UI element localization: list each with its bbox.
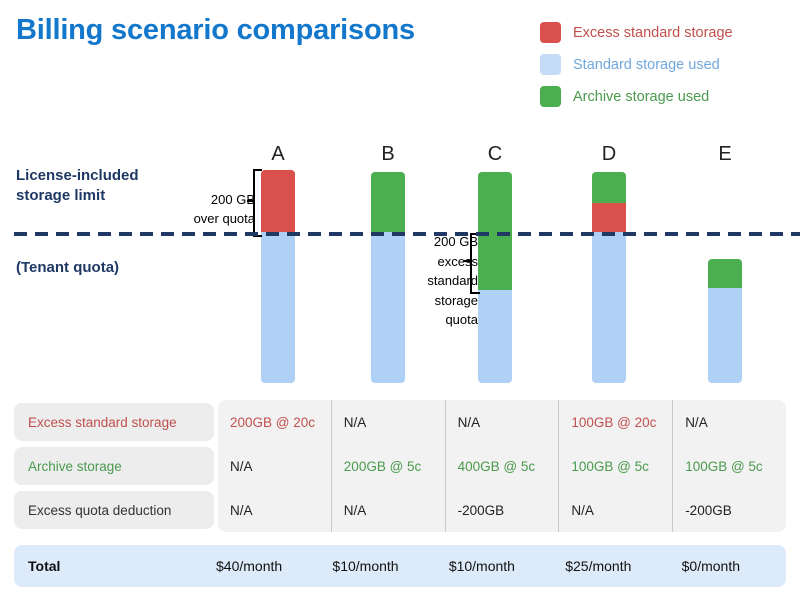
total-value-b: $10/month <box>332 558 399 574</box>
cell-excess-quota-deduction-d: N/A <box>558 488 672 532</box>
cell-excess-standard-storage-e: N/A <box>672 400 786 444</box>
excess-quota-line-5: quota <box>445 312 478 327</box>
total-values: $40/month $10/month $10/month $25/month … <box>204 558 786 574</box>
bar-label-c: C <box>487 143 503 165</box>
total-label: Total <box>28 558 61 574</box>
tenant-quota-dashed-line <box>14 232 800 236</box>
bar-label-d: D <box>601 143 617 165</box>
excess-quota-bracket-tick <box>464 260 471 263</box>
license-included-storage-limit-label: License-included storage limit <box>16 166 139 207</box>
over-quota-bracket <box>253 169 262 237</box>
tenant-quota-label: (Tenant quota) <box>16 259 120 276</box>
cell-excess-quota-deduction-a: N/A <box>230 502 253 518</box>
row-label-excess-standard-storage: Excess standard storage <box>14 403 214 441</box>
over-quota-line-1: 200 GB <box>210 192 255 207</box>
bar-label-a: A <box>271 143 285 165</box>
excess-quota-bracket <box>470 233 480 294</box>
bar-c-segment-standard-storage-used <box>478 290 512 383</box>
row-label-excess-quota-deduction: Excess quota deduction <box>14 491 214 529</box>
bar-b-segment-archive-storage-used <box>371 172 405 232</box>
over-quota-annotation: 200 GB over quota <box>150 191 255 229</box>
total-row: Total $40/month $10/month $10/month $25/… <box>14 545 786 587</box>
table-row: Excess standard storage 200GB @ 20c N/A … <box>14 400 786 444</box>
bar-label-b: B <box>381 143 395 165</box>
license-limit-line-2: storage limit <box>16 187 106 205</box>
bar-d-segment-excess-standard-storage <box>592 203 626 232</box>
bar-d-segment-standard-storage-used <box>592 232 626 383</box>
bar-d-segment-archive-storage-used <box>592 172 626 203</box>
total-value-c: $10/month <box>448 558 515 574</box>
row-data-excess-standard-storage: 200GB @ 20c N/A N/A 100GB @ 20c N/A <box>218 400 786 444</box>
over-quota-bracket-tick <box>247 200 254 203</box>
over-quota-line-2: over quota <box>193 210 255 226</box>
excess-quota-line-3: standard <box>427 273 478 288</box>
row-data-archive-storage: N/A 200GB @ 5c 400GB @ 5c 100GB @ 5c 100… <box>218 444 786 488</box>
stacked-bar-chart: A B C D E License-included storage limit… <box>0 0 800 400</box>
billing-comparison-table: Excess standard storage 200GB @ 20c N/A … <box>14 400 786 532</box>
bar-e-segment-standard-storage-used <box>708 288 742 383</box>
bar-e-segment-archive-storage-used <box>708 259 742 288</box>
cell-excess-quota-deduction-b: N/A <box>330 488 445 532</box>
cell-excess-standard-storage-a: 200GB @ 20c <box>230 414 316 430</box>
bar-a-segment-standard-storage-used <box>261 232 295 383</box>
cell-excess-quota-deduction-e: -200GB <box>672 488 786 532</box>
license-limit-line-1: License-included <box>16 167 139 184</box>
cell-excess-quota-deduction-c: -200GB <box>444 488 559 532</box>
table-row: Archive storage N/A 200GB @ 5c 400GB @ 5… <box>14 444 786 488</box>
cell-archive-storage-d: 100GB @ 5c <box>558 444 672 488</box>
row-label-archive-storage: Archive storage <box>14 447 214 485</box>
excess-quota-line-4: storage <box>434 292 478 308</box>
cell-archive-storage-b: 200GB @ 5c <box>330 444 445 488</box>
cell-archive-storage-e: 100GB @ 5c <box>672 444 786 488</box>
total-value-d: $25/month <box>565 558 632 574</box>
excess-quota-annotation: 200 GB excess standard storage quota <box>398 232 478 330</box>
total-value-a: $40/month <box>216 558 283 574</box>
total-value-e: $0/month <box>681 558 740 574</box>
row-data-excess-quota-deduction: N/A N/A -200GB N/A -200GB <box>218 488 786 532</box>
cell-archive-storage-c: 400GB @ 5c <box>444 444 559 488</box>
cell-excess-standard-storage-c: N/A <box>444 400 559 444</box>
cell-excess-standard-storage-b: N/A <box>330 400 445 444</box>
cell-excess-standard-storage-d: 100GB @ 20c <box>558 400 672 444</box>
bar-c-segment-archive-storage-used <box>478 172 512 290</box>
table-row: Excess quota deduction N/A N/A -200GB N/… <box>14 488 786 532</box>
bar-label-e: E <box>718 143 732 165</box>
cell-archive-storage-a: N/A <box>230 458 253 474</box>
bar-a-segment-excess-standard-storage <box>261 170 295 232</box>
